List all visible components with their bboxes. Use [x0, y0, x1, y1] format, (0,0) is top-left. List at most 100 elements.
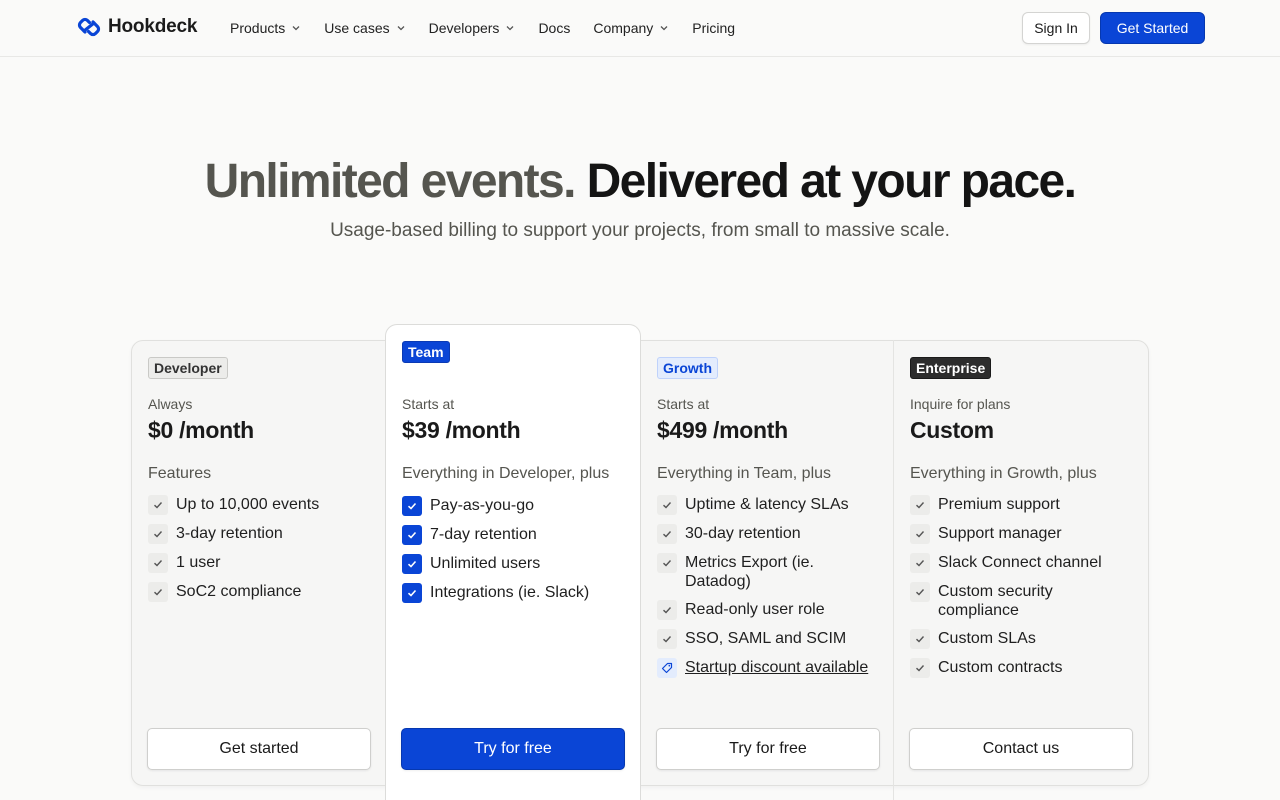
feature-list: Pay-as-you-go 7-day retention Unlimited …: [402, 496, 627, 612]
top-navbar: Hookdeck Products Use cases Developers D…: [0, 0, 1280, 57]
nav-item-pricing[interactable]: Pricing: [692, 20, 735, 36]
nav-item-company[interactable]: Company: [593, 20, 669, 36]
feature-item: 7-day retention: [402, 525, 627, 545]
nav-item-label: Pricing: [692, 20, 736, 36]
feature-label: Up to 10,000 events: [176, 496, 320, 513]
check-icon: [657, 553, 677, 573]
feature-item: SSO, SAML and SCIM: [657, 629, 882, 649]
feature-list: Uptime & latency SLAs 30-day retention M…: [657, 495, 882, 687]
feature-item: SoC2 compliance: [148, 582, 373, 602]
feature-item: Custom contracts: [910, 658, 1135, 678]
chevron-down-icon: [292, 26, 300, 31]
check-icon: [148, 524, 168, 544]
nav-item-label: Company: [593, 20, 654, 36]
features-heading: Everything in Developer, plus: [402, 465, 610, 482]
check-icon: [657, 524, 677, 544]
plan-badge: Developer: [148, 357, 228, 379]
nav-item-label: Products: [230, 20, 286, 36]
feature-item: Unlimited users: [402, 554, 627, 574]
feature-label: Read-only user role: [685, 601, 825, 618]
feature-label: Unlimited users: [430, 555, 541, 572]
feature-label: SSO, SAML and SCIM: [685, 630, 847, 647]
try-for-free-button[interactable]: Try for free: [401, 728, 625, 770]
feature-item: Custom SLAs: [910, 629, 1135, 649]
check-icon: [910, 524, 930, 544]
hero-subtitle: Usage-based billing to support your proj…: [330, 220, 950, 241]
nav-item-use-cases[interactable]: Use cases: [324, 20, 405, 36]
tag-icon: [657, 658, 677, 678]
feature-list: Premium support Support manager Slack Co…: [910, 495, 1135, 687]
feature-label: Custom SLAs: [938, 630, 1036, 647]
chevron-down-icon: [397, 26, 405, 31]
plan-card-team: Team Starts at $39 /month Everything in …: [385, 324, 641, 800]
check-icon: [910, 553, 930, 573]
hero-title-dark: Delivered at your pace.: [586, 155, 1077, 208]
try-for-free-button[interactable]: Try for free: [656, 728, 880, 770]
nav-item-developers[interactable]: Developers: [429, 20, 516, 36]
feature-item: 30-day retention: [657, 524, 882, 544]
check-icon: [657, 600, 677, 620]
feature-item: Pay-as-you-go: [402, 496, 627, 516]
hookdeck-logo[interactable]: Hookdeck: [76, 15, 197, 39]
feature-item: 1 user: [148, 553, 373, 573]
feature-item[interactable]: Startup discount available: [657, 658, 882, 678]
get-started-plan-button[interactable]: Get started: [147, 728, 371, 770]
feature-label: 1 user: [176, 554, 221, 571]
plan-price-caption: Starts at: [402, 396, 455, 412]
plan-price: $499 /month: [657, 417, 788, 443]
feature-item: Support manager: [910, 524, 1135, 544]
feature-label: Pay-as-you-go: [430, 497, 535, 514]
plan-card-enterprise: Enterprise Inquire for plans Custom Ever…: [894, 340, 1148, 800]
check-icon: [657, 495, 677, 515]
nav-item-docs[interactable]: Docs: [538, 20, 570, 36]
check-icon: [657, 629, 677, 649]
feature-label: Integrations (ie. Slack): [430, 584, 590, 601]
features-heading: Everything in Growth, plus: [910, 465, 1097, 482]
check-icon: [148, 582, 168, 602]
get-started-button[interactable]: Get Started: [1100, 12, 1205, 44]
feature-item: Slack Connect channel: [910, 553, 1135, 573]
plan-card-growth: Growth Starts at $499 /month Everything …: [641, 340, 894, 800]
feature-label: SoC2 compliance: [176, 583, 302, 600]
feature-item: Read-only user role: [657, 600, 882, 620]
chevron-down-icon: [506, 26, 514, 31]
feature-item: Up to 10,000 events: [148, 495, 373, 515]
nav-item-label: Docs: [538, 20, 571, 36]
sign-in-button[interactable]: Sign In: [1022, 12, 1090, 44]
feature-label: Custom security compliance: [938, 583, 1053, 619]
feature-label: Uptime & latency SLAs: [685, 496, 849, 513]
feature-label: 30-day retention: [685, 525, 801, 542]
nav-menu: Products Use cases Developers Docs Compa…: [230, 0, 758, 56]
feature-label: Premium support: [938, 496, 1060, 513]
startup-discount-link[interactable]: Startup discount available: [685, 658, 868, 677]
feature-label: Metrics Export (ie. Datadog): [685, 554, 814, 590]
check-icon: [910, 582, 930, 602]
chevron-down-icon: [660, 26, 668, 31]
plan-price-caption: Inquire for plans: [910, 396, 1011, 412]
plan-price-caption: Starts at: [657, 396, 710, 412]
check-icon: [910, 629, 930, 649]
check-icon: [910, 495, 930, 515]
feature-item: Custom security compliance: [910, 582, 1135, 620]
feature-label: Support manager: [938, 525, 1062, 542]
check-icon: [402, 525, 422, 545]
nav-item-label: Developers: [428, 20, 500, 36]
feature-label: Custom contracts: [938, 659, 1063, 676]
feature-label: Slack Connect channel: [938, 554, 1102, 571]
check-icon: [910, 658, 930, 678]
hero-title-muted: Unlimited events.: [204, 155, 577, 208]
contact-us-button[interactable]: Contact us: [909, 728, 1133, 770]
plan-price: $0 /month: [148, 417, 254, 443]
check-icon: [148, 495, 168, 515]
check-icon: [402, 554, 422, 574]
plan-badge: Enterprise: [910, 357, 992, 379]
nav-item-products[interactable]: Products: [230, 20, 301, 36]
feature-item: 3-day retention: [148, 524, 373, 544]
brand-name: Hookdeck: [108, 16, 198, 37]
feature-item: Premium support: [910, 495, 1135, 515]
features-heading: Everything in Team, plus: [657, 465, 832, 482]
plan-card-developer: Developer Always $0 /month Features Up t…: [132, 340, 386, 800]
hero-title: Unlimited events. Delivered at your pace…: [0, 152, 1280, 212]
feature-label: 7-day retention: [430, 526, 537, 543]
plan-price: $39 /month: [402, 417, 521, 443]
